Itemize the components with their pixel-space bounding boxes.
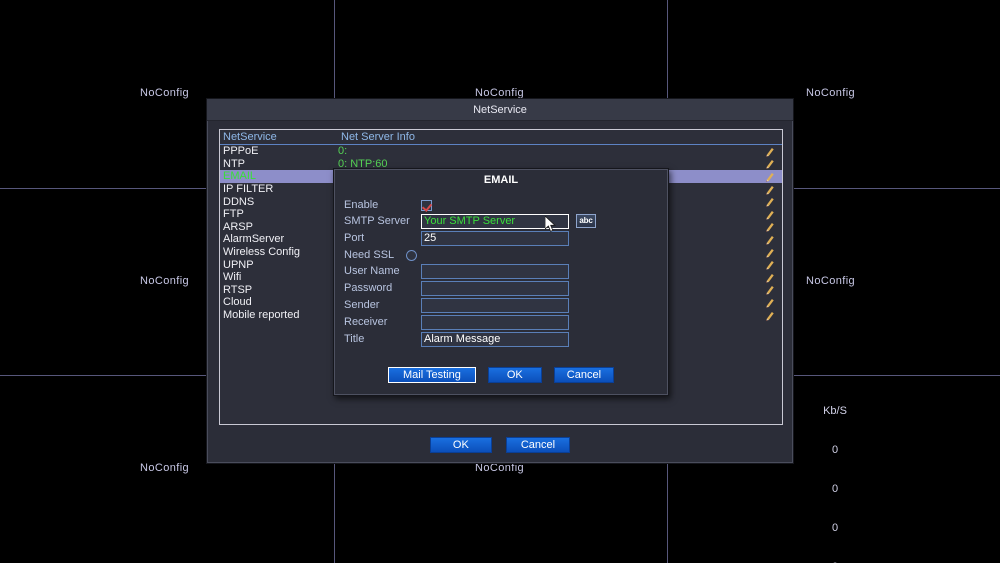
bitrate-label: Kb/S: [823, 405, 847, 417]
no-config-label-1: NoConfig: [140, 87, 190, 99]
service-name-cell: Cloud: [223, 296, 252, 309]
service-name-cell: Wifi: [223, 271, 242, 284]
service-name-cell: FTP: [223, 208, 244, 221]
field-sender: Sender: [344, 297, 569, 313]
pencil-icon[interactable]: [764, 297, 775, 308]
row-edit-cell[interactable]: [756, 284, 782, 295]
field-port: Port 25: [344, 230, 569, 246]
keyboard-abc-button[interactable]: abc: [576, 214, 596, 228]
row-edit-cell[interactable]: [756, 158, 782, 170]
label-password: Password: [344, 282, 393, 294]
email-dialog-title: EMAIL: [483, 174, 519, 186]
pencil-icon[interactable]: [764, 196, 775, 207]
table-row[interactable]: PPPoE 0:: [220, 145, 782, 158]
row-edit-cell[interactable]: [756, 196, 782, 207]
mail-testing-button[interactable]: Mail Testing: [387, 367, 476, 383]
pencil-icon[interactable]: [764, 234, 775, 245]
pencil-icon[interactable]: [764, 259, 775, 270]
email-dialog: EMAIL Enable SMTP Server Your SMTP Serve…: [333, 168, 669, 396]
port-input[interactable]: 25: [421, 230, 569, 246]
pencil-icon[interactable]: [764, 184, 775, 195]
pencil-icon[interactable]: [764, 158, 775, 170]
bitrate-readout: Kb/S 0 0 0 0: [805, 379, 865, 563]
enable-checkbox[interactable]: [421, 199, 432, 211]
user-name-input[interactable]: [421, 263, 569, 279]
label-port: Port: [344, 232, 365, 244]
service-name-cell: RTSP: [223, 283, 253, 296]
pencil-icon[interactable]: [764, 284, 775, 295]
service-name-cell: AlarmServer: [223, 233, 285, 246]
label-enable: Enable: [344, 199, 379, 211]
column-header-netservice: NetService: [223, 131, 277, 143]
email-cancel-button[interactable]: Cancel: [553, 367, 615, 383]
dvr-live-view: NoConfig NoConfig NoConfig NoConfig NoConfig…: [0, 0, 1000, 563]
label-need-ssl: Need SSL: [344, 249, 395, 261]
service-name-cell: Wireless Config: [223, 246, 301, 259]
window-cancel-button[interactable]: Cancel: [505, 437, 571, 453]
row-edit-cell[interactable]: [756, 146, 782, 157]
pencil-icon[interactable]: [764, 272, 775, 283]
field-smtp-server: SMTP Server Your SMTP Server abc: [344, 213, 596, 229]
row-edit-cell[interactable]: [756, 209, 782, 220]
row-edit-cell[interactable]: [756, 297, 782, 308]
row-edit-cell[interactable]: [756, 259, 782, 270]
title-input[interactable]: Alarm Message: [421, 331, 569, 347]
need-ssl-checkbox[interactable]: [406, 249, 417, 261]
pencil-icon[interactable]: [764, 247, 775, 258]
service-name-cell: ARSP: [223, 220, 253, 233]
window-title: NetService: [207, 99, 793, 121]
row-edit-cell[interactable]: [756, 171, 782, 182]
service-name-cell: NTP: [223, 157, 245, 170]
bitrate-value-3: 0: [831, 522, 839, 534]
pencil-icon[interactable]: [764, 146, 775, 157]
field-receiver: Receiver: [344, 314, 569, 330]
pencil-icon[interactable]: [764, 209, 775, 220]
pencil-icon[interactable]: [764, 310, 775, 321]
service-name-cell: IP FILTER: [223, 183, 274, 196]
row-edit-cell[interactable]: [756, 247, 782, 258]
service-name-cell: PPPoE: [223, 145, 259, 158]
row-edit-cell[interactable]: [756, 234, 782, 245]
row-edit-cell[interactable]: [756, 310, 782, 321]
receiver-input[interactable]: [421, 314, 569, 330]
row-edit-cell[interactable]: [756, 221, 782, 232]
list-header: NetService Net Server Info: [220, 130, 782, 145]
field-password: Password: [344, 280, 569, 296]
service-name-cell: UPNP: [223, 258, 254, 271]
sender-input[interactable]: [421, 297, 569, 313]
no-config-label-4: NoConfig: [140, 275, 190, 287]
password-input[interactable]: [421, 280, 569, 296]
row-edit-cell[interactable]: [756, 184, 782, 195]
field-user-name: User Name: [344, 263, 569, 279]
no-config-label-3: NoConfig: [806, 87, 856, 99]
label-title: Title: [344, 333, 365, 345]
field-enable: Enable: [344, 197, 432, 213]
field-need-ssl: Need SSL: [344, 247, 417, 263]
row-edit-cell[interactable]: [756, 272, 782, 283]
window-ok-button[interactable]: OK: [429, 437, 492, 453]
bitrate-value-2: 0: [831, 483, 839, 495]
window-button-bar: OK Cancel: [207, 437, 793, 453]
smtp-server-input[interactable]: Your SMTP Server: [421, 213, 569, 229]
server-info-cell: 0:: [338, 145, 348, 158]
field-title: Title Alarm Message: [344, 331, 569, 347]
service-name-cell: Mobile reported: [223, 309, 300, 322]
label-sender: Sender: [344, 299, 380, 311]
bitrate-value-1: 0: [831, 444, 839, 456]
label-receiver: Receiver: [344, 316, 388, 328]
service-name-cell: EMAIL: [223, 170, 257, 183]
no-config-label-6: NoConfig: [140, 462, 190, 474]
column-header-net-server-info: Net Server Info: [341, 131, 415, 143]
email-button-bar: Mail Testing OK Cancel: [334, 367, 668, 383]
label-user-name: User Name: [344, 265, 400, 277]
email-ok-button[interactable]: OK: [487, 367, 542, 383]
label-smtp-server: SMTP Server: [344, 215, 410, 227]
pencil-icon[interactable]: [764, 171, 775, 182]
no-config-label-5: NoConfig: [806, 275, 856, 287]
pencil-icon[interactable]: [764, 221, 775, 232]
service-name-cell: DDNS: [223, 195, 255, 208]
